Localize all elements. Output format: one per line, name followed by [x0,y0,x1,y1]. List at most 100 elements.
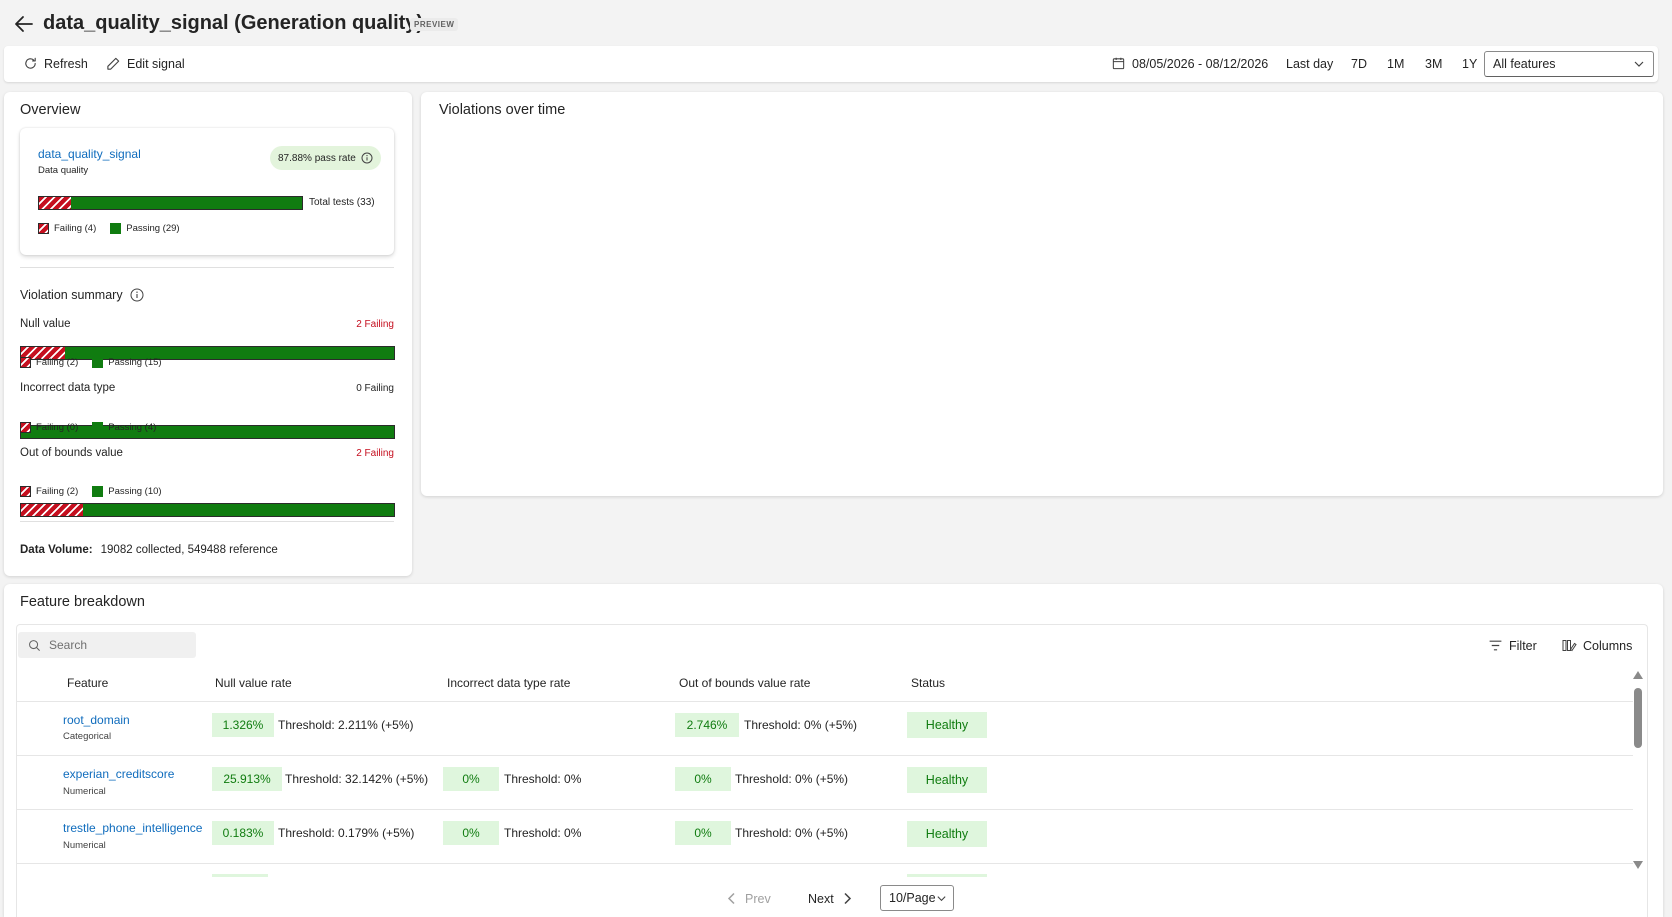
scrollbar-thumb[interactable] [1634,688,1642,748]
null-threshold: Threshold: 0.179% (+5%) [278,826,415,840]
prev-page-button[interactable]: Prev [724,891,771,906]
search-placeholder: Search [49,638,88,652]
filter-button[interactable]: Filter [1488,638,1537,653]
passing-label: Passing (10) [108,486,162,497]
refresh-button[interactable]: Refresh [23,56,88,71]
status-badge: Healthy [907,712,987,738]
signal-type: Data quality [38,165,89,176]
null-value-failing-count: 2 Failing [356,319,394,330]
column-header-type-rate[interactable]: Incorrect data type rate [447,676,570,690]
page-size-dropdown[interactable]: 10/Page [880,885,954,911]
search-input[interactable]: Search [18,632,196,658]
feature-filter-value: All features [1493,57,1556,71]
passing-label: Passing (4) [108,422,157,433]
failing-label: Failing (2) [36,486,79,497]
total-tests-failing-segment [39,197,71,209]
page-title: data_quality_signal (Generation quality) [43,12,424,34]
columns-button[interactable]: Columns [1562,638,1632,653]
null-threshold: Threshold: 32.142% (+5%) [285,772,429,786]
feature-filter-dropdown[interactable]: All features [1484,51,1654,77]
violations-over-time-card [421,92,1663,496]
chevron-left-icon [724,891,739,906]
date-range-picker[interactable]: 08/05/2026 - 08/12/2026 [1111,56,1268,71]
oob-threshold: Threshold: 0% (+5%) [735,772,849,786]
feature-type: Numerical [63,786,106,797]
range-1y[interactable]: 1Y [1462,57,1477,71]
type-rate-pill: 0% [443,767,499,791]
next-row-peek [907,874,987,877]
column-header-null-rate[interactable]: Null value rate [215,676,292,690]
oob-rate-pill: 0% [675,767,731,791]
failing-swatch [20,486,31,497]
feature-name-link[interactable]: experian_creditscore [63,767,174,781]
violations-over-time-title: Violations over time [439,102,566,118]
signal-name-link[interactable]: data_quality_signal [38,147,141,161]
divider [20,267,394,268]
back-arrow-icon[interactable] [12,12,36,36]
type-rate-pill: 0% [443,821,499,845]
out-of-bounds-bar [20,503,395,517]
edit-signal-label: Edit signal [127,56,185,71]
failing-label: Failing (0) [36,422,79,433]
oob-rate-pill: 0% [675,821,731,845]
out-of-bounds-legend: Failing (2) Passing (10) [20,486,162,497]
next-row-peek [212,874,268,877]
data-volume-label: Data Volume: [20,544,93,556]
oob-threshold: Threshold: 0% (+5%) [744,718,858,732]
passing-swatch [92,422,104,433]
scroll-up-arrow[interactable] [1632,670,1644,680]
out-of-bounds-label: Out of bounds value [20,447,123,459]
columns-icon [1562,638,1577,653]
null-value-legend: Failing (2) Passing (15) [20,357,162,368]
next-label: Next [808,891,834,906]
failing-swatch [20,422,31,433]
null-rate-pill: 25.913% [212,767,282,791]
passing-label: Passing (29) [126,223,180,234]
calendar-icon [1111,56,1126,71]
chevron-right-icon [840,891,855,906]
info-icon[interactable] [130,288,144,302]
chevron-down-icon [1633,58,1645,70]
passing-swatch [92,357,104,368]
failing-label: Failing (2) [36,357,79,368]
passing-label: Passing (15) [108,357,162,368]
null-threshold: Threshold: 2.211% (+5%) [278,718,414,732]
data-volume: Data Volume: 19082 collected, 549488 ref… [20,544,278,556]
scroll-down-arrow[interactable] [1632,860,1644,870]
edit-signal-button[interactable]: Edit signal [106,56,185,71]
status-badge: Healthy [907,821,987,847]
feature-breakdown-title: Feature breakdown [20,594,145,610]
range-3m[interactable]: 3M [1425,57,1442,71]
feature-type: Numerical [63,840,106,851]
divider [20,521,394,522]
column-header-oob-rate[interactable]: Out of bounds value rate [679,676,810,690]
feature-name-link[interactable]: trestle_phone_intelligence [63,821,202,835]
total-tests-bar [38,196,303,210]
column-header-status[interactable]: Status [911,676,945,690]
passing-swatch [92,486,104,497]
feature-name-link[interactable]: root_domain [63,713,130,727]
oob-rate-pill: 2.746% [675,713,739,737]
range-1m[interactable]: 1M [1387,57,1404,71]
total-tests-label: Total tests (33) [309,197,375,208]
preview-badge: PREVIEW [410,18,459,31]
out-of-bounds-failing-segment [21,504,84,516]
null-rate-pill: 1.326% [212,713,274,737]
refresh-label: Refresh [44,56,88,71]
search-icon [28,639,41,652]
oob-threshold: Threshold: 0% (+5%) [735,826,849,840]
type-threshold: Threshold: 0% [504,826,582,840]
column-header-feature[interactable]: Feature [67,676,108,690]
feature-type: Categorical [63,731,112,742]
incorrect-type-failing-count: 0 Failing [356,383,394,394]
failing-swatch [38,223,49,234]
overview-title: Overview [20,102,81,118]
out-of-bounds-failing-count: 2 Failing [356,448,394,459]
range-7d[interactable]: 7D [1351,57,1367,71]
violation-summary-title: Violation summary [20,288,123,302]
next-page-button[interactable]: Next [808,891,855,906]
info-icon[interactable] [361,152,373,164]
range-last-day[interactable]: Last day [1286,57,1333,71]
overview-legend: Failing (4) Passing (29) [38,223,180,234]
data-volume-value: 19082 collected, 549488 reference [100,544,278,556]
